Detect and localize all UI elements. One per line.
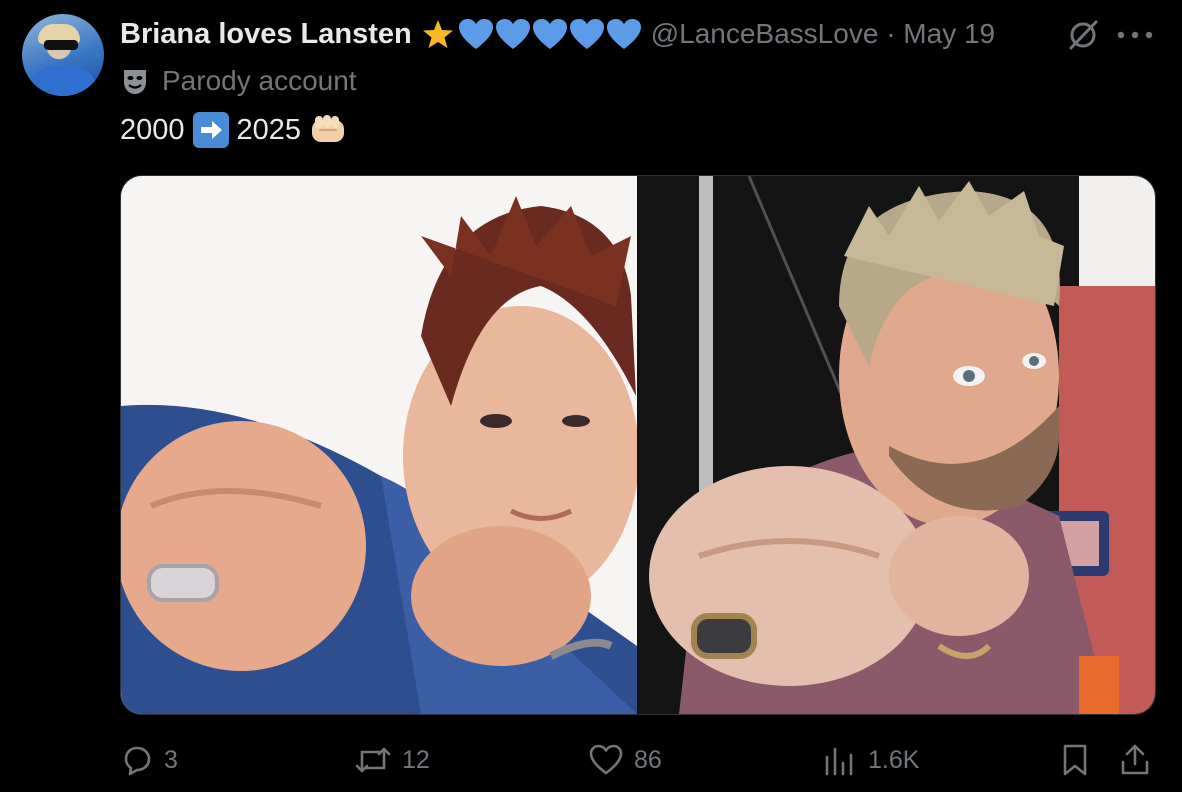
photo-2025-illustration bbox=[639, 176, 1155, 714]
handle-line: @LanceBassLove · May 19 bbox=[651, 18, 995, 50]
tweet-text-after: 2025 bbox=[236, 113, 302, 146]
share-icon bbox=[1121, 744, 1149, 775]
action-bar: 3 12 86 1.6K bbox=[120, 738, 1154, 782]
share-button[interactable] bbox=[1118, 738, 1162, 782]
reply-icon bbox=[124, 746, 151, 776]
blue-heart-icon bbox=[606, 19, 641, 49]
blue-heart-icon bbox=[458, 19, 493, 49]
parody-label: Parody account bbox=[120, 62, 357, 100]
views-button[interactable]: 1.6K bbox=[822, 738, 919, 782]
post-date[interactable]: May 19 bbox=[903, 18, 995, 49]
photo-2000[interactable] bbox=[121, 176, 637, 714]
photo-2025[interactable] bbox=[639, 176, 1155, 714]
reply-button[interactable]: 3 bbox=[120, 738, 178, 782]
avatar[interactable] bbox=[22, 14, 104, 96]
view-count: 1.6K bbox=[868, 745, 920, 774]
bookmark-icon bbox=[1063, 744, 1087, 776]
media-grid[interactable] bbox=[120, 175, 1156, 715]
separator: · bbox=[886, 18, 896, 49]
right-arrow-icon bbox=[192, 112, 229, 148]
tweet-text-before: 2000 bbox=[120, 113, 185, 146]
star-icon bbox=[422, 20, 453, 48]
tweet-header: Briana loves Lansten @LanceBassLove · Ma… bbox=[120, 14, 995, 54]
theater-mask-icon bbox=[124, 70, 146, 94]
blue-heart-icon bbox=[532, 19, 567, 49]
repost-icon bbox=[355, 747, 391, 773]
parody-label-text: Parody account bbox=[162, 65, 357, 96]
reply-count: 3 bbox=[164, 745, 178, 774]
analytics-icon bbox=[825, 747, 853, 776]
more-options-icon[interactable] bbox=[1116, 30, 1154, 40]
grok-icon[interactable] bbox=[1066, 18, 1100, 52]
repost-button[interactable]: 12 bbox=[354, 738, 430, 782]
like-count: 86 bbox=[634, 745, 662, 774]
blue-heart-icon bbox=[569, 19, 604, 49]
display-name[interactable]: Briana loves Lansten bbox=[120, 18, 412, 51]
fist-icon bbox=[312, 115, 345, 142]
avatar-glasses bbox=[44, 40, 78, 50]
avatar-shirt bbox=[26, 66, 100, 96]
bookmark-button[interactable] bbox=[1060, 738, 1100, 782]
tweet-text: 2000 2025 bbox=[120, 110, 347, 150]
name-emojis bbox=[422, 18, 643, 50]
repost-count: 12 bbox=[402, 745, 430, 774]
heart-icon bbox=[589, 744, 623, 775]
tweet[interactable]: Briana loves Lansten @LanceBassLove · Ma… bbox=[0, 0, 1182, 792]
photo-2000-illustration bbox=[121, 176, 637, 714]
handle[interactable]: @LanceBassLove bbox=[651, 18, 879, 49]
like-button[interactable]: 86 bbox=[588, 738, 662, 782]
blue-heart-icon bbox=[495, 19, 530, 49]
